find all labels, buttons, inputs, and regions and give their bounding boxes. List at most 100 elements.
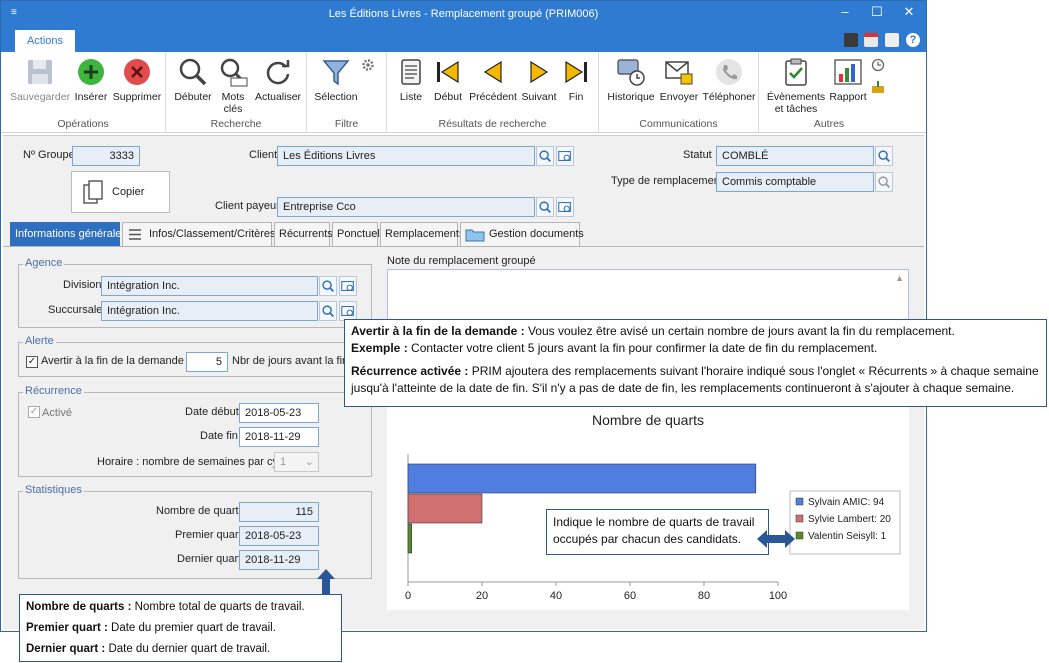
recurrence-group: Récurrence ✓ Activé Date début 2018-05-2… (18, 385, 372, 477)
tab-documents[interactable]: Gestion documents (460, 222, 584, 246)
status-label: Statut (683, 149, 712, 161)
succursale-open-icon[interactable] (339, 301, 357, 321)
calculator-icon[interactable] (844, 33, 858, 47)
alert-days-label: Nbr de jours avant la fin (232, 355, 349, 367)
scroll-up-icon[interactable]: ▲ (895, 273, 904, 283)
group-label: Recherche (210, 118, 262, 130)
chart-tick-label: 20 (476, 590, 488, 602)
group-others: Évènements et tâches Rapport Autres (759, 52, 899, 133)
insert-button[interactable]: Insérer (73, 56, 109, 103)
group-label: Filtre (334, 118, 359, 130)
tab-info-classification[interactable]: Infos/Classement/Critères (122, 222, 276, 246)
help-icon[interactable]: ? (906, 33, 920, 47)
calendar-icon[interactable] (864, 33, 878, 47)
save-button[interactable]: Sauvegarder (9, 56, 71, 103)
end-date-field[interactable]: 2018-11-29 (239, 427, 319, 447)
clipboard-check-icon (785, 58, 807, 86)
refresh-button[interactable]: Actualiser (252, 56, 304, 103)
payer-search-icon[interactable] (536, 197, 554, 217)
payer-field[interactable]: Entreprise Cco (277, 197, 535, 217)
chart-tick-label: 80 (698, 590, 710, 602)
send-button[interactable]: Envoyer (659, 56, 699, 103)
note-label: Note du remplacement groupé (387, 255, 536, 267)
ribbon-tabbar: Actions ? (1, 28, 926, 52)
recurrence-legend: Récurrence (23, 385, 84, 397)
callout-alert-title: Avertir à la fin de la demande : (351, 324, 525, 338)
tab-general-info[interactable]: Informations générales (10, 222, 127, 246)
copy-label: Copier (112, 186, 145, 198)
status-field[interactable]: COMBLÉ (716, 146, 874, 166)
division-search-icon[interactable] (319, 276, 337, 296)
succursale-label: Succursale (48, 304, 103, 316)
chart-legend-swatch (795, 497, 804, 506)
gear-icon[interactable] (361, 58, 375, 72)
refresh-icon (266, 60, 290, 85)
history-button[interactable]: Historique (605, 56, 657, 103)
maximize-button[interactable]: ☐ (867, 4, 887, 20)
stats-group: Statistiques Nombre de quarts 115 Premie… (18, 484, 372, 579)
callout-example-title: Exemple : (351, 340, 408, 355)
tab-remplacements[interactable]: Remplacements (380, 222, 464, 246)
shifts-chart: Nombre de quarts 0 20 40 60 80 100 Sylvain AMIC… (405, 412, 901, 602)
delete-icon (124, 59, 150, 85)
client-search-icon[interactable] (536, 146, 554, 166)
alert-checkbox-label: Avertir à la fin de la demande (41, 355, 184, 367)
minimize-button[interactable]: – (835, 4, 855, 19)
start-search-button[interactable]: Débuter (172, 56, 214, 103)
group-no-field[interactable]: 3333 (72, 146, 140, 166)
tab-recurrents[interactable]: Récurrents (274, 222, 333, 246)
export-icon[interactable] (871, 80, 885, 94)
succursale-field[interactable]: Intégration Inc. (101, 301, 318, 321)
close-button[interactable]: ✕ (899, 4, 919, 20)
chart-bar (407, 463, 757, 494)
schedule-select[interactable]: 1 ⌄ (274, 452, 319, 472)
status-search-icon[interactable] (875, 146, 893, 166)
report-chart-icon (834, 59, 862, 85)
next-button[interactable]: Suivant (519, 56, 559, 103)
client-label: Client (249, 149, 278, 161)
clock-icon[interactable] (871, 58, 885, 72)
group-label: Opérations (57, 118, 109, 130)
chart-tick-label: 60 (624, 590, 636, 602)
chart-legend-swatch (795, 531, 804, 540)
group-operations: Sauvegarder Insérer Supprimer Opérations (1, 52, 166, 133)
type-field[interactable]: Commis comptable (716, 172, 874, 192)
last-button[interactable]: Fin (559, 56, 593, 103)
tab-ponctuel[interactable]: Ponctuel (332, 222, 380, 246)
alert-days-field[interactable]: 5 (186, 352, 228, 372)
tab-actions[interactable]: Actions (15, 30, 75, 52)
chart-bar (407, 493, 483, 524)
succursale-search-icon[interactable] (319, 301, 337, 321)
callout-chart-line1: Indique le nombre de quarts de travail (553, 515, 755, 529)
division-field[interactable]: Intégration Inc. (101, 276, 318, 296)
keywords-button[interactable]: Mots clés (216, 56, 250, 115)
lock-icon[interactable] (885, 33, 899, 47)
copy-button[interactable]: Copier (71, 171, 170, 213)
report-button[interactable]: Rapport (827, 56, 869, 103)
alert-checkbox[interactable]: ✓ (26, 356, 38, 368)
type-search-icon[interactable] (875, 172, 893, 192)
first-button[interactable]: Début (431, 56, 465, 103)
tab-label: Gestion documents (489, 228, 584, 240)
list-button[interactable]: Liste (395, 56, 427, 103)
delete-button[interactable]: Supprimer (111, 56, 163, 103)
recurrence-active-checkbox[interactable]: ✓ (28, 406, 40, 418)
alerte-group: Alerte ✓ Avertir à la fin de la demande … (18, 335, 372, 377)
callout-recurrence-title: Récurrence activée : (351, 364, 469, 378)
payer-label: Client payeur (215, 200, 280, 212)
payer-open-icon[interactable] (556, 197, 574, 217)
chart-tick-label: 40 (550, 590, 562, 602)
division-open-icon[interactable] (339, 276, 357, 296)
phone-button[interactable]: Téléphoner (701, 56, 757, 103)
callout-stats: Nombre de quarts : Nombre total de quart… (19, 594, 342, 662)
client-field[interactable]: Les Éditions Livres (277, 146, 535, 166)
copy-icon (83, 180, 103, 204)
start-date-field[interactable]: 2018-05-23 (239, 403, 319, 423)
previous-button[interactable]: Précédent (467, 56, 519, 103)
funnel-icon (322, 60, 350, 86)
selection-button[interactable]: Sélection (311, 56, 361, 103)
callout-shifts-title: Nombre de quarts : (26, 601, 132, 613)
alerte-legend: Alerte (23, 335, 56, 347)
events-tasks-button[interactable]: Évènements et tâches (765, 56, 827, 115)
client-open-icon[interactable] (556, 146, 574, 166)
